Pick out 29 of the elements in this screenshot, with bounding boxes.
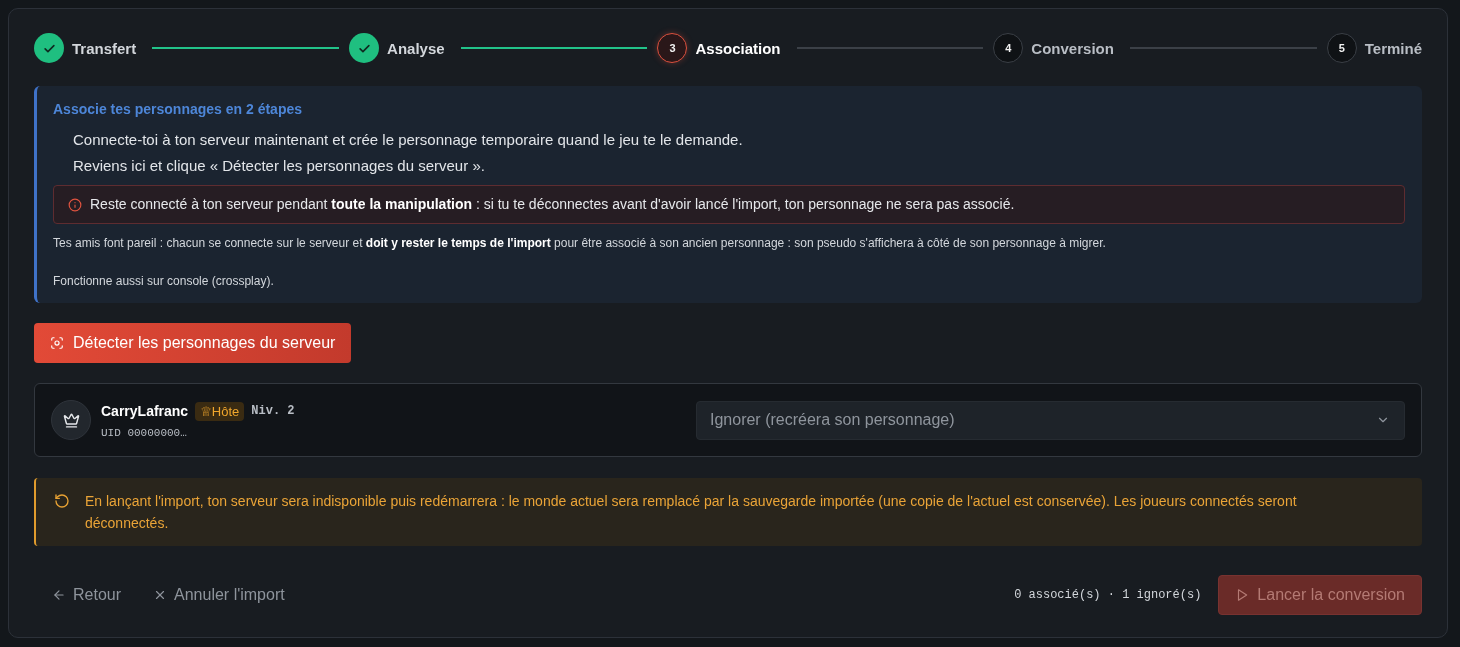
step-number: 3 <box>657 33 688 63</box>
back-button[interactable]: Retour <box>50 586 124 604</box>
player-name: CarryLafranc <box>101 403 189 419</box>
level-label: Niv. 2 <box>251 404 295 418</box>
step-label: Terminé <box>1364 39 1422 57</box>
summary-text: 0 associé(s) · 1 ignoré(s) <box>1014 588 1202 602</box>
warning-text: En lançant l'import, ton serveur sera indisponible puis redémarrera : le monde actuel sera remplacé par la sauvegarde importée (une copie de l'actuel est conservée). Les joueurs connectés seront déconnectés. <box>85 492 1298 533</box>
step-label: Association <box>695 39 781 57</box>
alert-text: Reste connecté à ton serveur pendant toute la manipulation : si tu te déconnectes avant d'avoir lancé l'import, ton personnage ne sera pas associé. <box>90 195 1015 214</box>
step-label: Analyse <box>387 39 445 57</box>
note-text: Tes amis font pareil : chacun se connecte sur le serveur et doit y rester le temps de l'import pour être associé à son ancien personnage : son pseudo s'affichera à côté de son personnage à migrer. <box>53 235 1107 252</box>
note-text: Fonctionne aussi sur console (crossplay). <box>53 273 275 290</box>
crown-icon <box>51 400 91 440</box>
cancel-import-button[interactable]: Annuler l'import <box>151 586 287 604</box>
action-dropdown[interactable]: Ignorer (recréera son personnage) <box>696 400 1405 440</box>
uid-text: UID 00000000… <box>101 426 188 439</box>
step-number: 5 <box>1326 33 1357 63</box>
detect-characters-button[interactable]: Détecter les personnages du serveur <box>34 323 352 363</box>
step-label: Transfert <box>72 39 137 57</box>
instructions-title: Associe tes personnages en 2 étapes <box>53 100 303 119</box>
instruction-step: Reviens ici et clique « Détecter les personnages du serveur ». <box>53 153 1405 179</box>
info-icon <box>68 197 82 212</box>
play-icon <box>1235 588 1250 602</box>
host-badge: ♕Hôte <box>195 401 245 421</box>
scan-icon <box>50 336 64 350</box>
rotate-icon <box>54 493 70 509</box>
instruction-step: Connecte-toi à ton serveur maintenant et crée le personnage temporaire quand le jeu te le demande. <box>53 127 1405 153</box>
step-label: Conversion <box>1031 39 1114 57</box>
step-number: 4 <box>993 33 1024 63</box>
